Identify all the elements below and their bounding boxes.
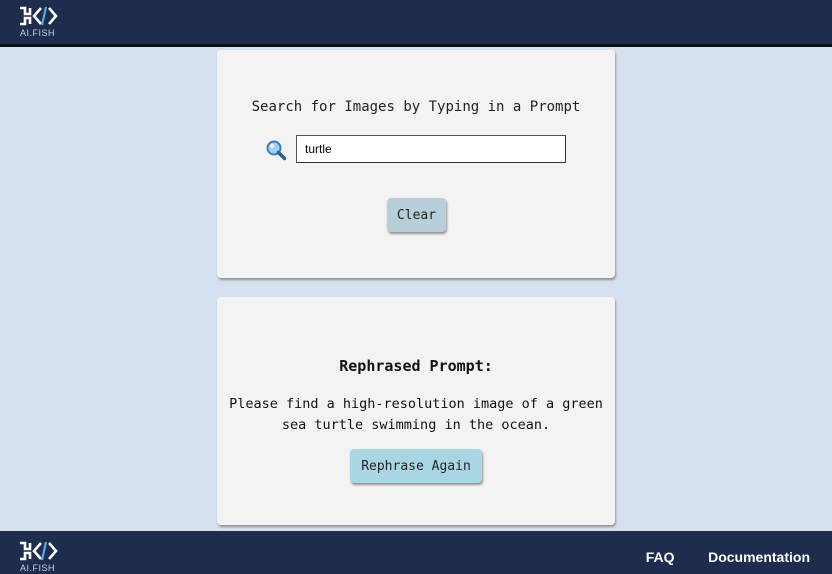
logo-text: AI.FISH: [20, 28, 56, 38]
clear-button[interactable]: Clear: [387, 198, 446, 232]
logo-mark-icon: [20, 541, 58, 561]
rephrased-prompt-text: Please find a high-resolution image of a…: [229, 396, 603, 433]
logo-mark-icon: [20, 6, 58, 26]
search-title: Search for Images by Typing in a Prompt: [251, 99, 581, 115]
rephrase-again-button[interactable]: Rephrase Again: [350, 449, 482, 483]
faq-link[interactable]: FAQ: [646, 549, 675, 565]
rephrased-prompt-heading: Rephrased Prompt:: [339, 357, 493, 375]
rephrased-prompt-card: Rephrased Prompt: Please find a high-res…: [217, 297, 615, 525]
footer-bar: AI.FISH FAQ Documentation: [0, 531, 832, 574]
search-card: Search for Images by Typing in a Prompt …: [217, 50, 615, 278]
footer-logo[interactable]: AI.FISH: [18, 540, 62, 573]
footer-links: FAQ Documentation: [622, 547, 810, 566]
footer-logo-text: AI.FISH: [20, 563, 56, 573]
logo[interactable]: AI.FISH: [18, 5, 62, 38]
magnifier-icon: [266, 140, 287, 161]
search-input[interactable]: [296, 135, 566, 163]
documentation-link[interactable]: Documentation: [708, 549, 810, 565]
top-nav-bar: AI.FISH: [0, 0, 832, 47]
